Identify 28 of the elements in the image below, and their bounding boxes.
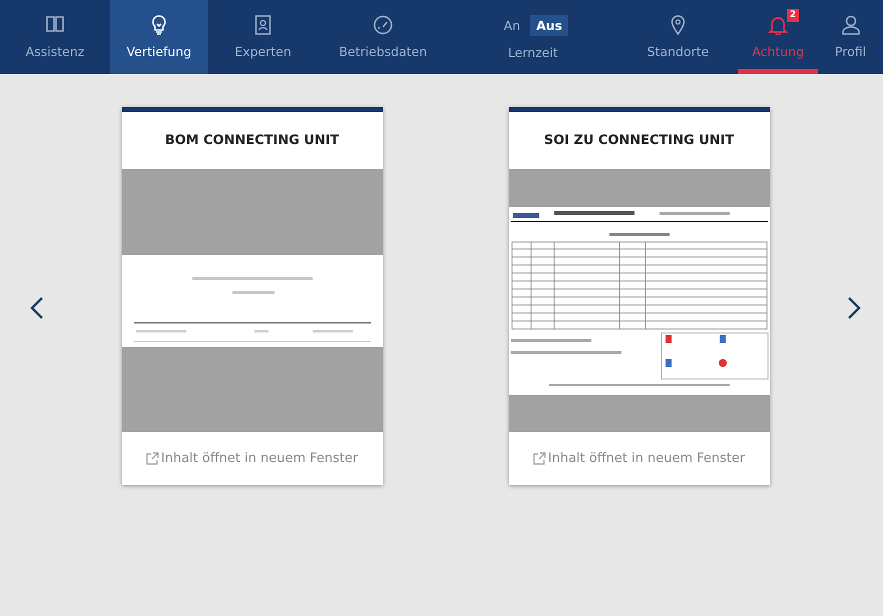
- nav-tab[interactable]: Standorte: [618, 0, 738, 74]
- next-arrow-button[interactable]: [847, 296, 861, 320]
- external-link-icon: [146, 452, 160, 465]
- lightbulb-icon: [151, 15, 167, 35]
- document-card[interactable]: SOI ZU CONNECTING UNIT Inhalt öffnet in neuem Fenster: [508, 107, 770, 485]
- nav-tab[interactable]: Experten: [208, 0, 318, 74]
- toggle-option[interactable]: Aus: [530, 14, 568, 36]
- document-card[interactable]: BOM CONNECTING UNIT Inhalt öffnet in neuem Fenster: [122, 107, 382, 485]
- contact-card-icon: [255, 15, 271, 35]
- location-pin-icon: [671, 15, 685, 35]
- nav-tab[interactable]: Profil: [818, 0, 883, 74]
- nav-tab[interactable]: Vertiefung: [110, 0, 208, 74]
- card-title: SOI ZU CONNECTING UNIT: [543, 132, 735, 150]
- nav-tab[interactable]: 2 Achtung: [738, 0, 818, 74]
- open-in-new-window-link[interactable]: Inhalt öffnet in neuem Fenster: [533, 451, 745, 466]
- open-in-new-window-link[interactable]: Inhalt öffnet in neuem Fenster: [146, 451, 358, 466]
- notification-badge: 2: [786, 9, 799, 22]
- previous-arrow-button[interactable]: [30, 296, 44, 320]
- nav-tab[interactable]: Assistenz: [0, 0, 110, 74]
- card-title: BOM CONNECTING UNIT: [164, 132, 340, 150]
- gauge-icon: [373, 15, 393, 35]
- bell-icon: [768, 15, 788, 35]
- person-icon: [842, 15, 860, 35]
- toggle-option[interactable]: An: [498, 14, 526, 36]
- nav-tab[interactable]: Betriebsdaten: [318, 0, 448, 74]
- book-icon: [45, 15, 65, 33]
- external-link-icon: [533, 452, 546, 465]
- toggle-label: Lernzeit: [508, 44, 558, 60]
